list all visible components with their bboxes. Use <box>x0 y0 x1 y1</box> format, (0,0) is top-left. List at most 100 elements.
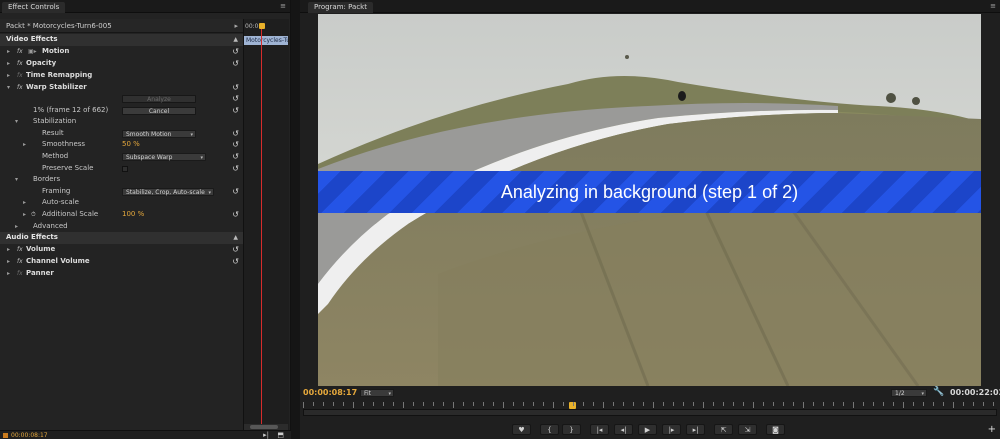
panel-menu-icon[interactable]: ≡ <box>990 2 996 11</box>
mark-in-button[interactable]: { <box>540 424 559 435</box>
ruler-tick <box>423 402 424 406</box>
monitor-info-bar: 00:00:08:17 Fit ▾ 1/2 ▾ 🔧 00:00:22:02 <box>300 386 1000 400</box>
mark-out-button[interactable]: } <box>562 424 581 435</box>
effect-row-panner[interactable]: ▸ fx Panner <box>0 268 243 280</box>
twirl-closed-icon[interactable]: ▸ <box>7 256 10 268</box>
method-dropdown[interactable]: Subspace Warp ▾ <box>122 153 206 161</box>
step-back-button[interactable]: ◂| <box>614 424 633 435</box>
reset-icon[interactable]: ↺ <box>232 105 239 117</box>
effect-row-volume[interactable]: ▸ fx Volume ↺ <box>0 244 243 256</box>
twirl-closed-icon[interactable]: ▸ <box>7 58 10 70</box>
reset-icon[interactable]: ↺ <box>232 163 239 175</box>
tab-program[interactable]: Program: Packt <box>308 2 373 13</box>
resolution-dropdown[interactable]: 1/2 ▾ <box>891 389 927 397</box>
result-dropdown[interactable]: Smooth Motion ▾ <box>122 130 196 138</box>
playhead-timecode[interactable]: 00:00:08:17 <box>303 388 357 397</box>
reset-icon[interactable]: ↺ <box>232 128 239 140</box>
ruler-tick <box>523 402 524 406</box>
framing-dropdown[interactable]: Stabilize, Crop, Auto-scale ▾ <box>122 188 214 196</box>
reset-icon[interactable]: ↺ <box>232 82 239 94</box>
reset-icon[interactable]: ↺ <box>232 46 239 58</box>
panel-menu-icon[interactable]: ≡ <box>280 2 286 11</box>
autoscale-row[interactable]: ▸ Auto-scale <box>0 197 243 209</box>
cancel-button[interactable]: Cancel <box>122 107 196 115</box>
twirl-closed-icon[interactable]: ▸ <box>23 197 26 209</box>
export-icon[interactable]: ⬒ <box>277 431 284 439</box>
reset-icon[interactable]: ↺ <box>232 93 239 105</box>
ruler-track[interactable] <box>303 409 997 416</box>
scrollbar-thumb[interactable] <box>250 425 278 429</box>
panel-splitter[interactable] <box>291 0 300 439</box>
playhead-handle[interactable] <box>259 23 265 29</box>
reset-icon[interactable]: ↺ <box>232 139 239 151</box>
go-to-in-button[interactable]: |◂ <box>590 424 609 435</box>
go-to-out-button[interactable]: ▸| <box>686 424 705 435</box>
fx-icon[interactable]: fx <box>17 82 23 94</box>
ruler-tick <box>873 402 874 406</box>
twirl-closed-icon[interactable]: ▸ <box>7 70 10 82</box>
twirl-open-icon[interactable]: ▾ <box>7 82 10 94</box>
twirl-closed-icon[interactable]: ▸ <box>15 221 18 233</box>
effect-timeline[interactable]: 00:00 Motorcycles-Tu <box>243 19 289 431</box>
lift-button[interactable]: ⇱ <box>714 424 733 435</box>
effect-row-motion[interactable]: ▸ fx ▣▸ Motion ↺ <box>0 46 243 58</box>
effect-row-warp-stabilizer[interactable]: ▾ fx Warp Stabilizer ↺ <box>0 82 243 94</box>
twirl-closed-icon[interactable]: ▸ <box>7 244 10 256</box>
button-editor-icon[interactable]: + <box>988 424 996 435</box>
scroll-up-icon[interactable]: ▲ <box>233 232 238 244</box>
step-forward-button[interactable]: |▸ <box>662 424 681 435</box>
wrench-icon[interactable]: 🔧 <box>933 387 944 397</box>
reset-icon[interactable]: ↺ <box>232 256 239 268</box>
clip-selector[interactable]: Packt * Motorcycles-Turn6-005 ▸ <box>0 19 243 33</box>
reset-icon[interactable]: ↺ <box>232 209 239 221</box>
fx-icon[interactable]: fx <box>17 256 23 268</box>
fx-icon[interactable]: fx <box>17 244 23 256</box>
video-frame[interactable]: Analyzing in background (step 1 of 2) <box>318 14 981 386</box>
ruler-tick <box>923 402 924 406</box>
ruler-tick <box>573 402 574 406</box>
borders-group[interactable]: ▾ Borders <box>0 174 243 186</box>
play-button[interactable]: ▶ <box>638 424 657 435</box>
stabilization-group[interactable]: ▾ Stabilization <box>0 116 243 128</box>
additional-scale-value[interactable]: 100 % <box>122 209 144 221</box>
extract-button[interactable]: ⇲ <box>738 424 757 435</box>
preserve-scale-checkbox[interactable] <box>122 166 128 172</box>
fx-icon[interactable]: fx <box>17 46 23 58</box>
ruler-tick <box>753 402 754 408</box>
monitor-time-ruler[interactable] <box>303 402 997 418</box>
add-marker-button[interactable]: ♥ <box>512 424 531 435</box>
tab-effect-controls[interactable]: Effect Controls <box>2 2 66 13</box>
reset-icon[interactable]: ↺ <box>232 186 239 198</box>
twirl-closed-icon[interactable]: ▸ <box>7 46 10 58</box>
play-audio-icon[interactable]: ▸| <box>263 431 269 439</box>
ruler-tick <box>553 402 554 408</box>
effect-row-opacity[interactable]: ▸ fx Opacity ↺ <box>0 58 243 70</box>
effect-row-time-remapping[interactable]: ▸ fx Time Remapping <box>0 70 243 82</box>
fx-icon[interactable]: fx <box>17 58 23 70</box>
stopwatch-icon[interactable]: ⏱ <box>31 209 36 221</box>
scroll-up-icon[interactable]: ▲ <box>233 34 238 46</box>
twirl-closed-icon[interactable]: ▸ <box>7 268 10 280</box>
ruler-tick <box>353 402 354 408</box>
motion-transform-icon[interactable]: ▣▸ <box>28 46 37 58</box>
twirl-closed-icon[interactable]: ▸ <box>23 209 26 221</box>
effect-controls-timecode[interactable]: 00:00:08:17 <box>11 431 48 439</box>
advanced-group[interactable]: ▸ Advanced <box>0 221 243 233</box>
effect-row-channel-volume[interactable]: ▸ fx Channel Volume ↺ <box>0 256 243 268</box>
filter-icon[interactable] <box>3 433 8 438</box>
smoothness-value[interactable]: 50 % <box>122 139 140 151</box>
timeline-clip[interactable]: Motorcycles-Tu <box>244 36 288 45</box>
twirl-open-icon[interactable]: ▾ <box>15 174 18 186</box>
twirl-closed-icon[interactable]: ▸ <box>23 139 26 151</box>
reset-icon[interactable]: ↺ <box>232 244 239 256</box>
clip-arrow-icon[interactable]: ▸ <box>234 19 238 33</box>
reset-icon[interactable]: ↺ <box>232 58 239 70</box>
analyze-button[interactable]: Analyze <box>122 95 196 103</box>
framing-row: Framing Stabilize, Crop, Auto-scale ▾ ↺ <box>0 186 243 198</box>
export-frame-button[interactable]: ◙ <box>766 424 785 435</box>
twirl-open-icon[interactable]: ▾ <box>15 116 18 128</box>
ruler-tick <box>793 402 794 406</box>
reset-icon[interactable]: ↺ <box>232 151 239 163</box>
ruler-tick <box>593 402 594 406</box>
zoom-dropdown[interactable]: Fit ▾ <box>360 389 394 397</box>
